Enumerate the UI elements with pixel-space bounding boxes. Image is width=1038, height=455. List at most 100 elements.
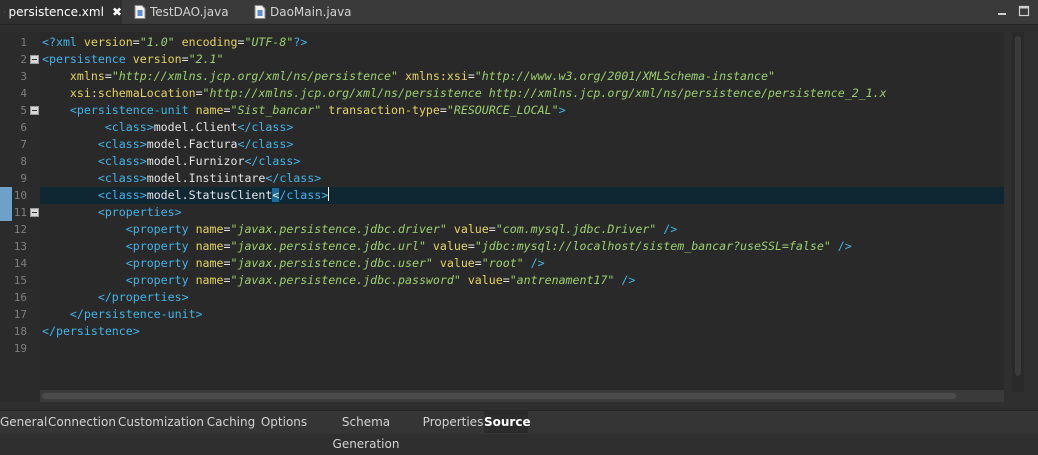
code-token: <property xyxy=(125,273,196,287)
line-number: 18 xyxy=(13,325,27,338)
code-token: "http://xmlns.jcp.org/xml/ns/persistence… xyxy=(111,69,398,83)
vertical-scrollbar[interactable] xyxy=(1012,32,1024,392)
code-token: = xyxy=(488,222,496,236)
code-text: xmlns="http://xmlns.jcp.org/xml/ns/persi… xyxy=(42,68,775,85)
code-token: = xyxy=(439,103,447,117)
code-token: xsi:schemaLocation xyxy=(69,86,196,100)
tab-daomain-java[interactable]: DaoMain.java xyxy=(250,0,360,24)
code-line: <class>model.Client</class> xyxy=(40,119,1004,136)
code-token: "jdbc:mysql://localhost/sistem_bancar?us… xyxy=(474,239,831,253)
tab-testdao-java[interactable]: TestDAO.java xyxy=(130,0,242,24)
code-editor[interactable]: 1 2 3 4 5 6 7 8 9 10 11 12 13 14 15 16 17 18 19 <?xml vers… xyxy=(0,32,1028,402)
fold-toggle-icon[interactable] xyxy=(30,208,39,217)
code-token: model.Furnizor xyxy=(146,154,245,168)
minimize-icon[interactable] xyxy=(996,5,1008,17)
window-controls xyxy=(996,5,1030,17)
line-number: 19 xyxy=(13,342,27,355)
page-tab-connection[interactable]: Connection xyxy=(46,411,118,433)
page-tab-options[interactable]: Options xyxy=(258,411,310,433)
vertical-scroll-thumb[interactable] xyxy=(1015,36,1021,376)
line-number: 16 xyxy=(13,291,27,304)
line-number: 12 xyxy=(13,223,27,236)
code-token: name xyxy=(195,256,224,270)
code-token: <class> xyxy=(104,120,154,134)
code-text: <property name = "javax.persistence.jdbc.u… xyxy=(42,255,545,272)
line-number: 4 xyxy=(20,87,27,100)
code-token: = xyxy=(502,273,510,287)
line-number-gutter: 1 2 3 4 5 6 7 8 9 10 11 12 13 14 15 16 17 18 19 xyxy=(0,32,40,402)
page-tab-properties[interactable]: Properties xyxy=(422,411,484,433)
code-token: "1.0" xyxy=(139,35,175,49)
code-token: = xyxy=(474,256,482,270)
horizontal-scroll-thumb[interactable] xyxy=(42,393,956,399)
code-token: <?xml xyxy=(42,35,84,49)
code-token: <persistence xyxy=(42,52,133,66)
code-line: <?xml version="1.0" encoding="UTF-8"?> xyxy=(40,34,1004,51)
code-text: xsi:schemaLocation="http://xmlns.jcp.org… xyxy=(42,85,887,102)
code-line: </properties> xyxy=(40,289,1004,306)
code-token: <property xyxy=(125,222,196,236)
maximize-icon[interactable] xyxy=(1018,5,1030,17)
page-tab-schema-generation[interactable]: Schema Generation xyxy=(310,411,422,451)
code-token: "http://www.w3.org/2001/XMLSchema-instan… xyxy=(474,69,775,83)
code-token: </class> xyxy=(237,120,294,134)
code-token: /> xyxy=(837,239,852,253)
line-number: 6 xyxy=(20,121,27,134)
code-text: <class>model.Client</class> xyxy=(42,119,293,136)
code-token: "javax.persistence.jdbc.url" xyxy=(230,239,426,253)
close-icon[interactable]: ✖ xyxy=(112,6,122,18)
horizontal-scrollbar[interactable] xyxy=(40,390,1004,402)
page-tab-source[interactable]: Source xyxy=(484,411,531,433)
page-tab-caching[interactable]: Caching xyxy=(204,411,258,433)
fold-toggle-icon[interactable] xyxy=(30,106,39,115)
tab-label: TestDAO.java xyxy=(150,5,229,19)
code-text: <property name = "javax.persistence.jdbc.u… xyxy=(42,238,852,255)
code-token: value xyxy=(467,273,503,287)
code-token: value xyxy=(439,256,475,270)
code-token: <properties> xyxy=(97,205,182,219)
line-number: 15 xyxy=(13,274,27,287)
code-text-area[interactable]: <?xml version="1.0" encoding="UTF-8"?> <p… xyxy=(40,32,1004,402)
code-text: <properties> xyxy=(42,204,182,221)
page-tab-customization[interactable]: Customization xyxy=(118,411,204,433)
line-number: 2 xyxy=(20,53,27,66)
page-tab-general[interactable]: General xyxy=(0,411,47,433)
code-token: "2.1" xyxy=(188,52,224,66)
code-token: "http://xmlns.jcp.org/xml/ns/persistence… xyxy=(202,86,887,100)
code-text: </persistence-unit> xyxy=(42,306,203,323)
code-line: <property name = "javax.persistence.jdbc.u… xyxy=(40,238,1004,255)
code-text: <?xml version="1.0" encoding="UTF-8"?> xyxy=(42,34,307,51)
code-token: <property xyxy=(125,256,196,270)
line-number: 17 xyxy=(13,308,27,321)
code-token: version xyxy=(83,35,133,49)
code-token: version xyxy=(132,52,182,66)
code-line: <property name = "javax.persistence.jdbc.p… xyxy=(40,272,1004,289)
fold-toggle-icon[interactable] xyxy=(30,55,39,64)
code-token: model.StatusClient xyxy=(146,188,273,202)
code-token: <class> xyxy=(97,154,147,168)
code-token: = xyxy=(181,52,189,66)
tab-persistence-xml[interactable]: persistence.xml ✖ xyxy=(0,0,122,24)
java-file-icon xyxy=(254,5,266,19)
line-number: 11 xyxy=(13,206,27,219)
code-text: <property name = "javax.persistence.jdbc.p… xyxy=(42,272,636,289)
code-text: <class>model.Furnizor</class> xyxy=(42,153,300,170)
text-caret xyxy=(328,187,330,201)
code-token: /class> xyxy=(279,188,329,202)
code-token: <class> xyxy=(97,137,147,151)
code-token: "Sist_bancar" xyxy=(230,103,322,117)
code-token: /> xyxy=(663,222,678,236)
code-token: "root" xyxy=(481,256,524,270)
code-token: <persistence-unit xyxy=(69,103,196,117)
code-token: "javax.persistence.jdbc.driver" xyxy=(230,222,447,236)
